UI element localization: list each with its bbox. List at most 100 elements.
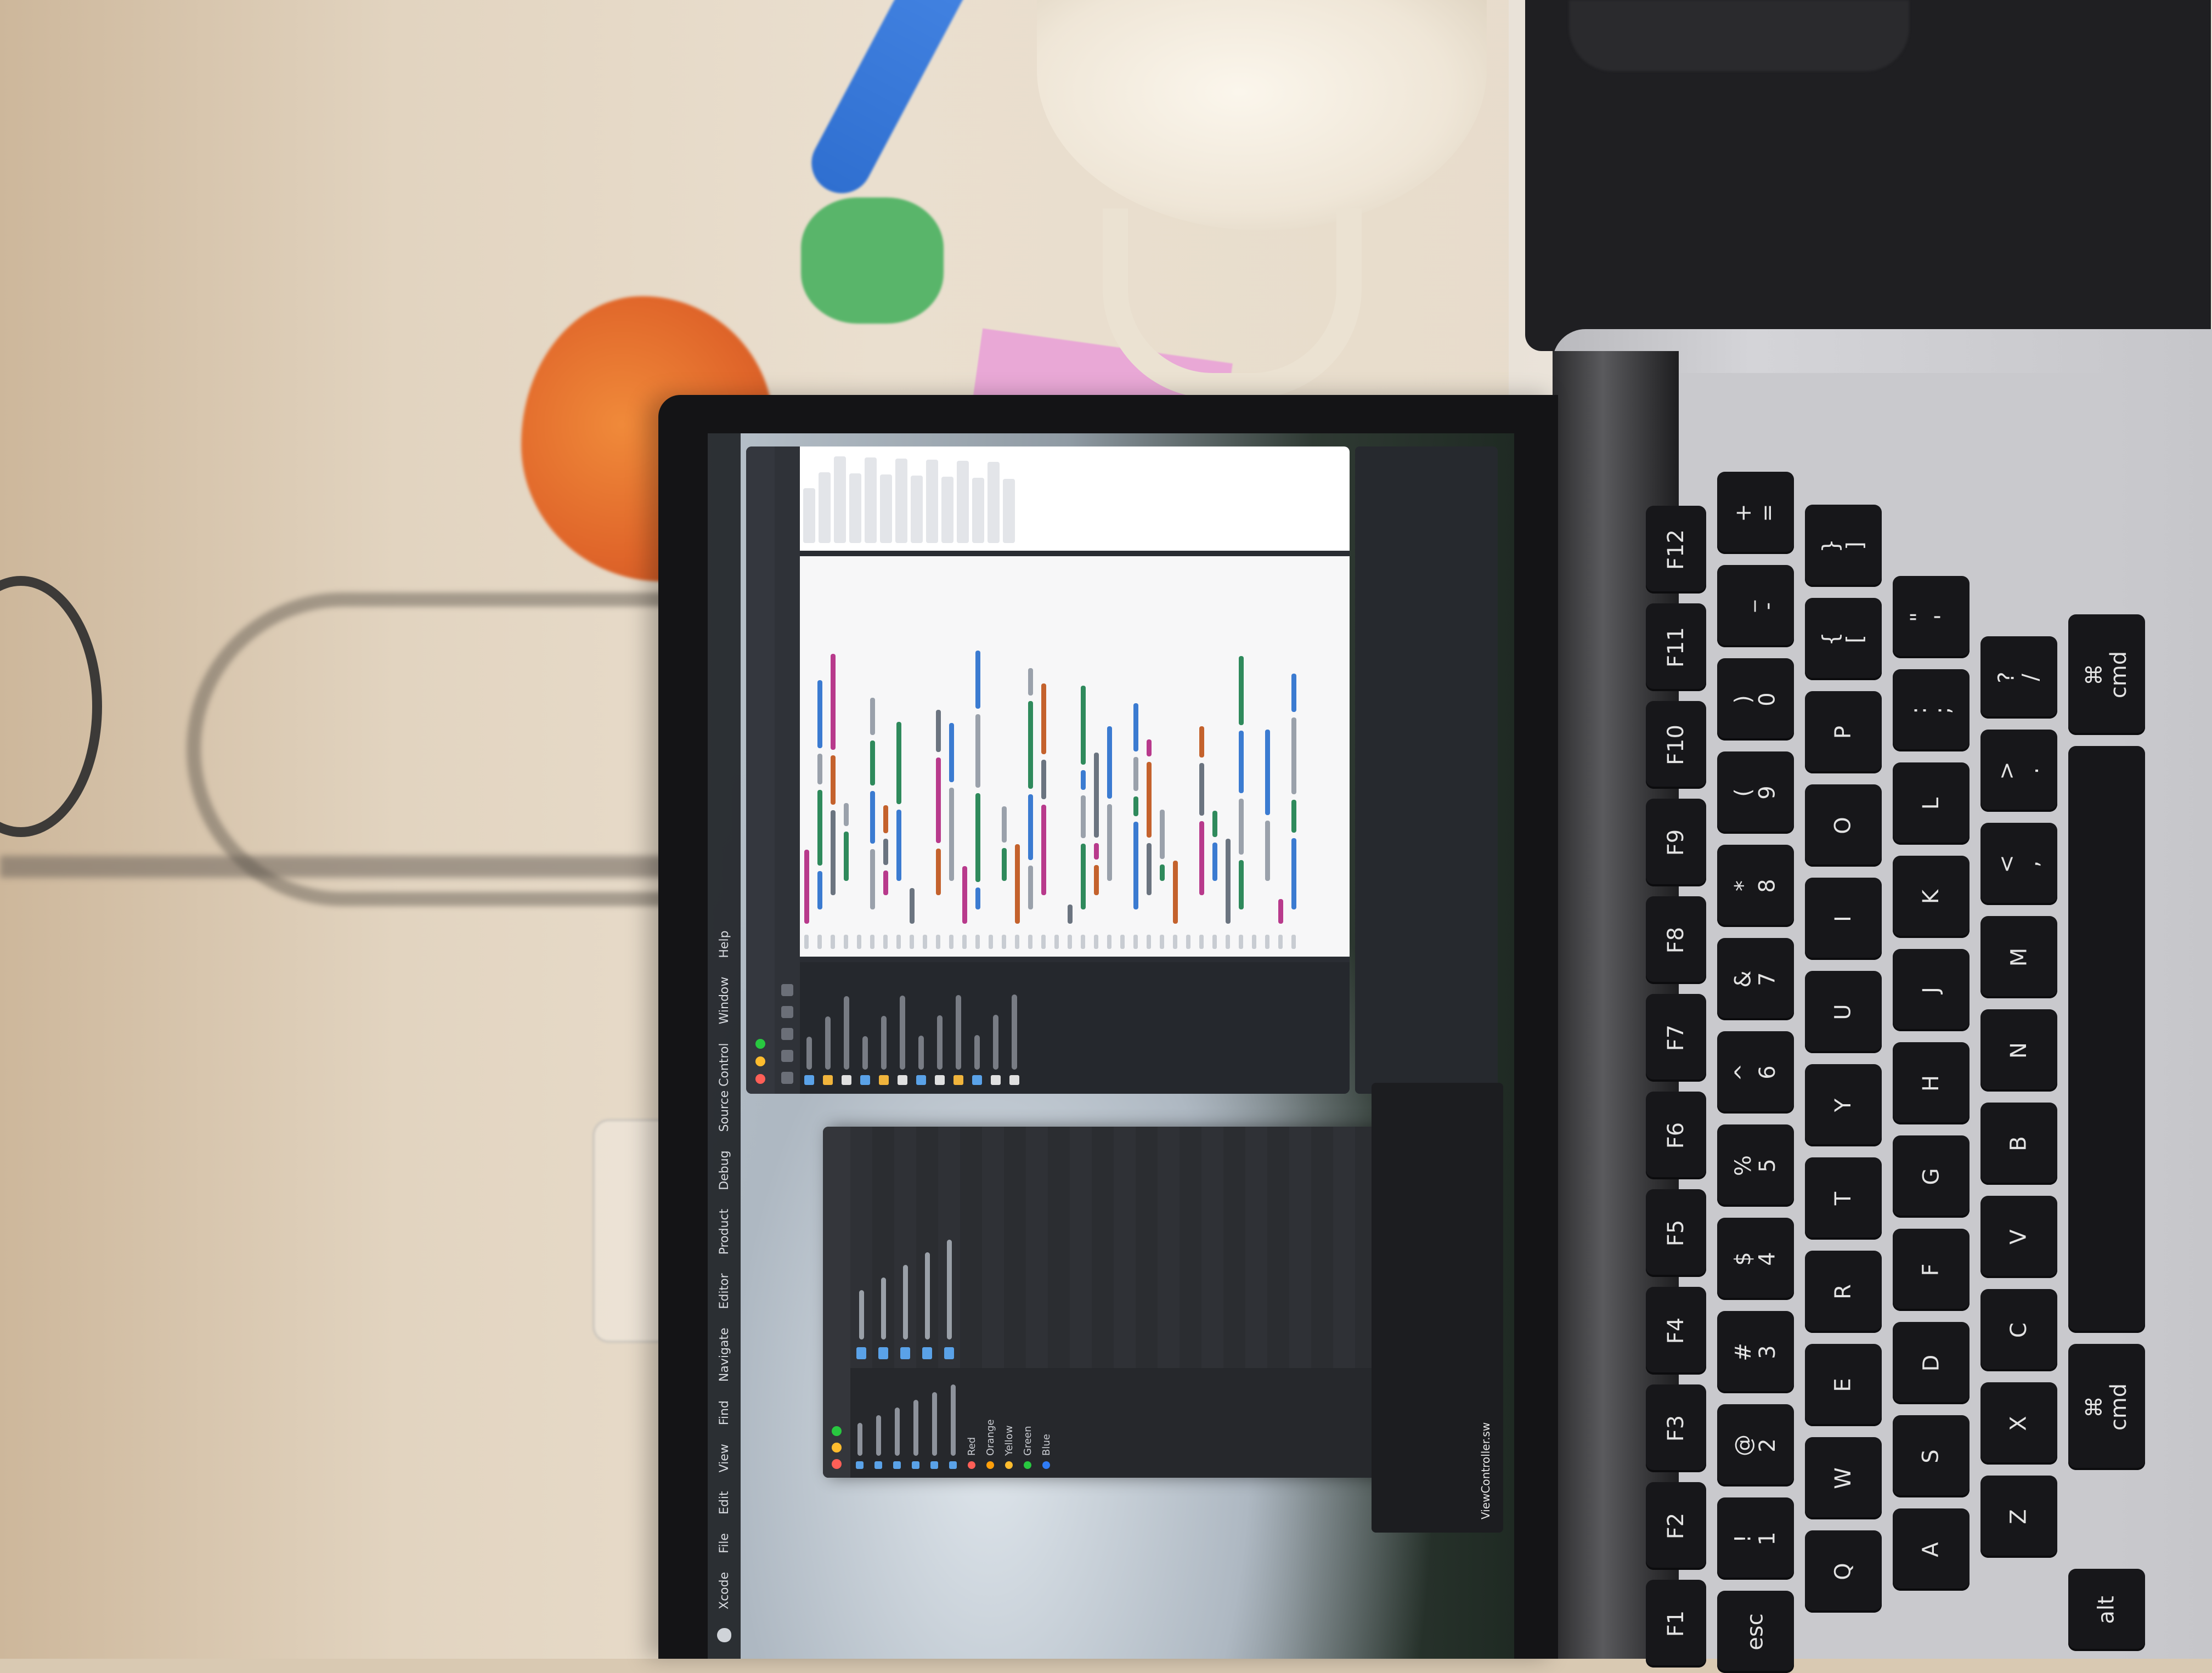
- navigator-row[interactable]: [874, 962, 893, 1094]
- zoom-icon[interactable]: [755, 1039, 765, 1049]
- navigator-row[interactable]: [893, 962, 912, 1094]
- navigator-row[interactable]: [986, 962, 1005, 1094]
- debug-icon[interactable]: [781, 984, 793, 996]
- run-icon[interactable]: [781, 1072, 793, 1084]
- letter-key[interactable]: B: [1980, 1103, 2057, 1185]
- letter-key[interactable]: } ]: [1805, 505, 1882, 587]
- file-row[interactable]: [1092, 1127, 1114, 1368]
- sidebar-item[interactable]: [869, 1368, 888, 1478]
- number-key[interactable]: ( 9: [1717, 751, 1794, 834]
- sidebar-tag-item[interactable]: Green: [1018, 1368, 1037, 1478]
- number-key[interactable]: _ -: [1717, 565, 1794, 647]
- menu-item[interactable]: Edit: [718, 1491, 731, 1514]
- number-key[interactable]: # 3: [1717, 1311, 1794, 1393]
- number-key[interactable]: * 8: [1717, 845, 1794, 927]
- file-row[interactable]: [938, 1127, 960, 1368]
- letter-key[interactable]: F: [1893, 1229, 1970, 1311]
- menu-item[interactable]: Navigate: [718, 1327, 731, 1382]
- file-row[interactable]: [1158, 1127, 1180, 1368]
- menu-item[interactable]: File: [718, 1533, 731, 1553]
- stop-icon[interactable]: [781, 1050, 793, 1062]
- file-row[interactable]: [1267, 1127, 1289, 1368]
- letter-key[interactable]: D: [1893, 1322, 1970, 1404]
- letter-key[interactable]: W: [1805, 1437, 1882, 1519]
- sidebar-item[interactable]: [925, 1368, 944, 1478]
- sidebar-item[interactable]: [850, 1368, 869, 1478]
- letter-key[interactable]: : ;: [1893, 669, 1970, 751]
- number-key[interactable]: % 5: [1717, 1124, 1794, 1207]
- file-row[interactable]: [1180, 1127, 1201, 1368]
- number-key[interactable]: ) 0: [1717, 658, 1794, 741]
- file-row[interactable]: [872, 1127, 894, 1368]
- spacebar[interactable]: [2068, 746, 2145, 1333]
- letter-key[interactable]: I: [1805, 878, 1882, 960]
- navigator-row[interactable]: [930, 962, 949, 1094]
- function-key[interactable]: F8: [1646, 896, 1706, 984]
- sidebar-tag-item[interactable]: Orange: [981, 1368, 1000, 1478]
- menu-item[interactable]: Editor: [718, 1273, 731, 1309]
- letter-key[interactable]: N: [1980, 1009, 2057, 1092]
- function-key[interactable]: F4: [1646, 1287, 1706, 1375]
- letter-key[interactable]: V: [1980, 1196, 2057, 1278]
- function-key[interactable]: F6: [1646, 1092, 1706, 1179]
- letter-key[interactable]: H: [1893, 1042, 1970, 1124]
- navigator-row[interactable]: [1005, 962, 1024, 1094]
- function-key[interactable]: F1: [1646, 1580, 1706, 1668]
- command-key[interactable]: ⌘ cmd: [2068, 1344, 2145, 1470]
- file-row[interactable]: [1223, 1127, 1245, 1368]
- file-row[interactable]: [1114, 1127, 1136, 1368]
- menu-item[interactable]: View: [718, 1444, 731, 1472]
- letter-key[interactable]: J: [1893, 949, 1970, 1031]
- alt-key[interactable]: alt: [2068, 1569, 2145, 1651]
- menu-item[interactable]: Xcode: [718, 1572, 731, 1609]
- letter-key[interactable]: M: [1980, 916, 2057, 998]
- function-key[interactable]: F11: [1646, 603, 1706, 691]
- file-row[interactable]: [1245, 1127, 1267, 1368]
- sidebar-tag-item[interactable]: Blue: [1037, 1368, 1056, 1478]
- letter-key[interactable]: Q: [1805, 1530, 1882, 1613]
- letter-key[interactable]: < ,: [1980, 823, 2057, 905]
- file-row[interactable]: [1004, 1127, 1026, 1368]
- letter-key[interactable]: X: [1980, 1382, 2057, 1465]
- close-icon[interactable]: [755, 1074, 765, 1084]
- file-row[interactable]: [916, 1127, 938, 1368]
- function-key[interactable]: F7: [1646, 994, 1706, 1082]
- file-row[interactable]: [894, 1127, 916, 1368]
- minimize-icon[interactable]: [755, 1056, 765, 1066]
- letter-key[interactable]: ? /: [1980, 636, 2057, 719]
- file-row[interactable]: [1333, 1127, 1355, 1368]
- file-row[interactable]: [1311, 1127, 1333, 1368]
- zoom-icon[interactable]: [832, 1426, 842, 1436]
- function-key[interactable]: F9: [1646, 799, 1706, 886]
- close-icon[interactable]: [832, 1459, 842, 1469]
- navigator-row[interactable]: [968, 962, 986, 1094]
- number-key[interactable]: + =: [1717, 472, 1794, 554]
- menu-item[interactable]: Debug: [718, 1150, 731, 1190]
- letter-key[interactable]: P: [1805, 691, 1882, 773]
- number-key[interactable]: $ 4: [1717, 1218, 1794, 1300]
- letter-key[interactable]: " ': [1893, 576, 1970, 658]
- file-row[interactable]: [1048, 1127, 1070, 1368]
- file-row[interactable]: [982, 1127, 1004, 1368]
- navigator-row[interactable]: [949, 962, 968, 1094]
- number-key[interactable]: esc: [1717, 1591, 1794, 1673]
- sidebar-item[interactable]: [944, 1368, 962, 1478]
- navigator-row[interactable]: [856, 962, 874, 1094]
- navigator-row[interactable]: [819, 962, 837, 1094]
- letter-key[interactable]: L: [1893, 762, 1970, 845]
- function-key[interactable]: F2: [1646, 1482, 1706, 1570]
- file-row[interactable]: [1201, 1127, 1223, 1368]
- navigator-icon[interactable]: [781, 1006, 793, 1018]
- sidebar-tag-item[interactable]: Red: [962, 1368, 981, 1478]
- navigator-row[interactable]: [800, 962, 819, 1094]
- function-key[interactable]: F10: [1646, 701, 1706, 789]
- menu-item[interactable]: Help: [718, 930, 731, 958]
- number-key[interactable]: ! 1: [1717, 1497, 1794, 1580]
- letter-key[interactable]: K: [1893, 856, 1970, 938]
- file-row[interactable]: [960, 1127, 982, 1368]
- menu-item[interactable]: Source Control: [718, 1043, 731, 1132]
- function-key[interactable]: F5: [1646, 1189, 1706, 1277]
- apple-logo-icon[interactable]: [717, 1628, 731, 1642]
- file-row[interactable]: [1136, 1127, 1158, 1368]
- menu-item[interactable]: Find: [718, 1400, 731, 1425]
